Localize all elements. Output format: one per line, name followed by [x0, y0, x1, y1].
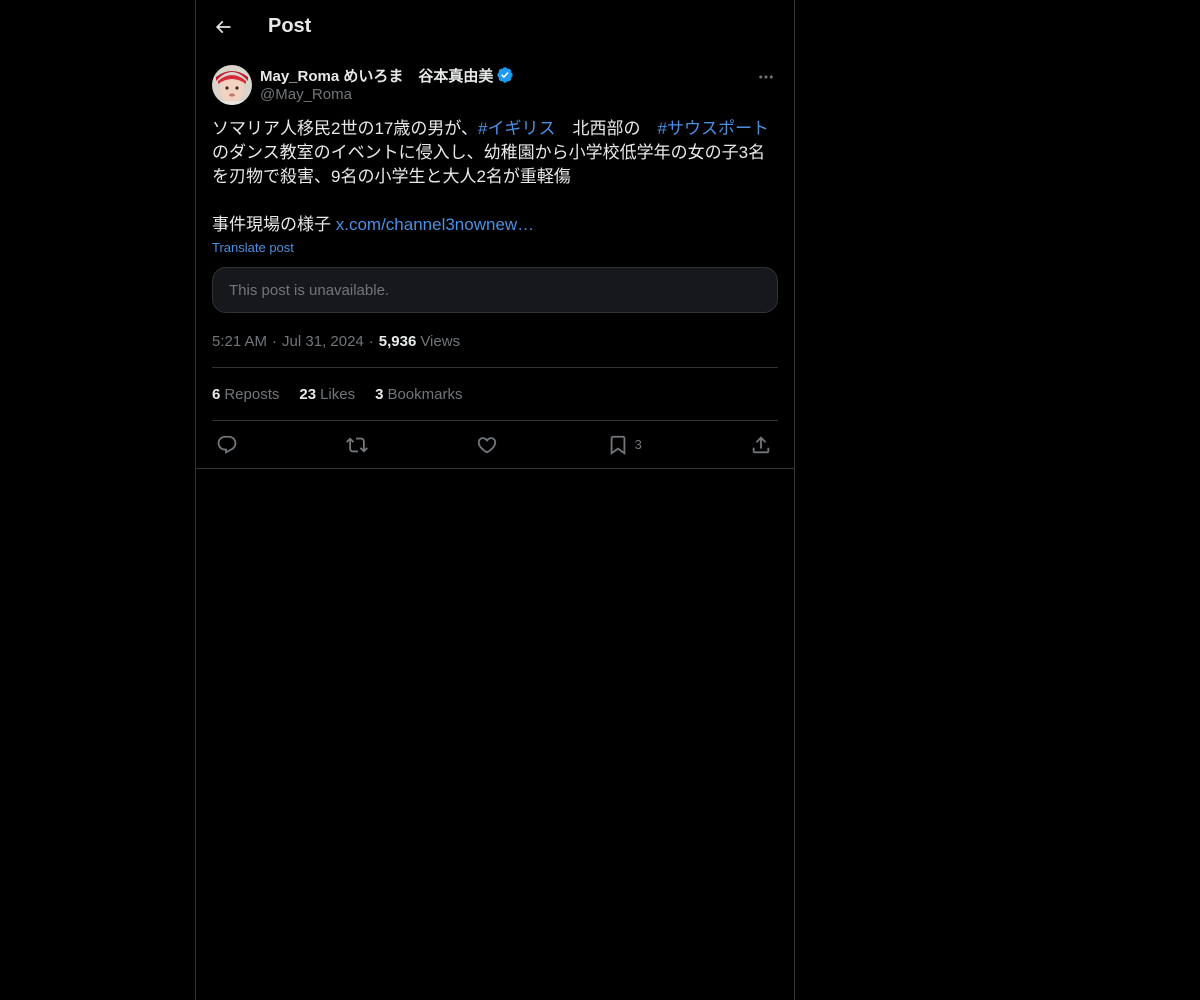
likes-stat[interactable]: 23 Likes	[299, 386, 355, 403]
meta-separator: ·	[272, 332, 278, 350]
avatar-image	[212, 65, 252, 105]
page-header: Post	[196, 0, 794, 53]
post-bottom-border	[196, 468, 794, 469]
bookmark-button[interactable]: 3	[607, 434, 642, 456]
reply-icon	[217, 435, 237, 454]
post-time[interactable]: 5:21 AM	[212, 333, 267, 350]
share-icon	[752, 435, 770, 453]
avatar[interactable]	[212, 65, 252, 105]
post-text: ソマリア人移民2世の17歳の男が、#イギリス 北西部の #サウスポートのダンス教…	[212, 117, 778, 237]
reposts-label: Reposts	[224, 385, 280, 403]
back-button[interactable]	[212, 16, 234, 38]
hashtag-link-southport[interactable]: #サウスポート	[658, 119, 769, 138]
reposts-count: 6	[212, 385, 221, 403]
views-count: 5,936	[378, 332, 417, 350]
likes-count: 23	[299, 385, 317, 403]
arrow-left-icon	[215, 20, 231, 33]
repost-button[interactable]	[346, 434, 369, 456]
author-handle[interactable]: @May_Roma	[260, 86, 514, 103]
more-horizontal-icon	[759, 75, 773, 79]
post-text-segment: ソマリア人移民2世の17歳の男が、	[212, 119, 479, 138]
bookmark-action-count: 3	[634, 437, 642, 452]
author-text: May_Roma めいろま 谷本真由美 @May_Roma	[260, 65, 514, 103]
like-button[interactable]	[476, 434, 498, 456]
translate-post-link[interactable]: Translate post	[212, 240, 294, 255]
more-options-button[interactable]	[756, 67, 776, 87]
bookmarks-count: 3	[375, 385, 384, 403]
verified-badge-icon[interactable]	[496, 66, 514, 84]
bookmarks-label: Bookmarks	[387, 385, 463, 403]
post-paragraph-2: 事件現場の様子 x.com/channel3nownew…	[212, 213, 778, 237]
hashtag-link-igirisu[interactable]: #イギリス	[478, 119, 555, 138]
bookmarks-stat[interactable]: 3 Bookmarks	[375, 386, 462, 403]
external-link[interactable]: x.com/channel3nownew…	[336, 215, 534, 234]
post-author: May_Roma めいろま 谷本真由美 @May_Roma	[212, 65, 778, 105]
reply-button[interactable]	[216, 434, 238, 456]
quoted-post-unavailable: This post is unavailable.	[212, 267, 778, 313]
post-meta: 5:21 AM · Jul 31, 2024 · 5,936 Views	[212, 331, 778, 351]
author-display-name[interactable]: May_Roma めいろま 谷本真由美	[260, 65, 493, 86]
page-title: Post	[268, 15, 312, 37]
reposts-stat[interactable]: 6 Reposts	[212, 386, 279, 403]
unavailable-message: This post is unavailable.	[229, 281, 390, 299]
likes-label: Likes	[320, 385, 356, 403]
share-button[interactable]	[750, 434, 772, 456]
views-label: Views	[420, 332, 461, 350]
bookmark-icon	[610, 435, 625, 455]
meta-separator: ·	[368, 332, 374, 350]
main-column: Post May_Roma めいろま 谷本真由美 @May_Roma ソマリア人…	[195, 0, 795, 1000]
post-text-segment: 事件現場の様子	[212, 215, 336, 234]
post-paragraph-1: ソマリア人移民2世の17歳の男が、#イギリス 北西部の #サウスポートのダンス教…	[212, 117, 778, 189]
action-bar: 3	[212, 421, 778, 468]
post-text-segment: のダンス教室のイベントに侵入し、幼稚園から小学校低学年の女の子3名を刃物で殺害、…	[212, 143, 766, 186]
post-date[interactable]: Jul 31, 2024	[282, 333, 364, 350]
engagement-stats: 6 Reposts 23 Likes 3 Bookmarks	[212, 368, 778, 420]
post-text-segment: 北西部の	[555, 119, 658, 138]
post-detail: May_Roma めいろま 谷本真由美 @May_Roma ソマリア人移民2世の…	[196, 65, 794, 469]
heart-icon	[478, 436, 497, 453]
repost-icon	[346, 437, 369, 452]
display-name-row: May_Roma めいろま 谷本真由美	[260, 65, 514, 85]
